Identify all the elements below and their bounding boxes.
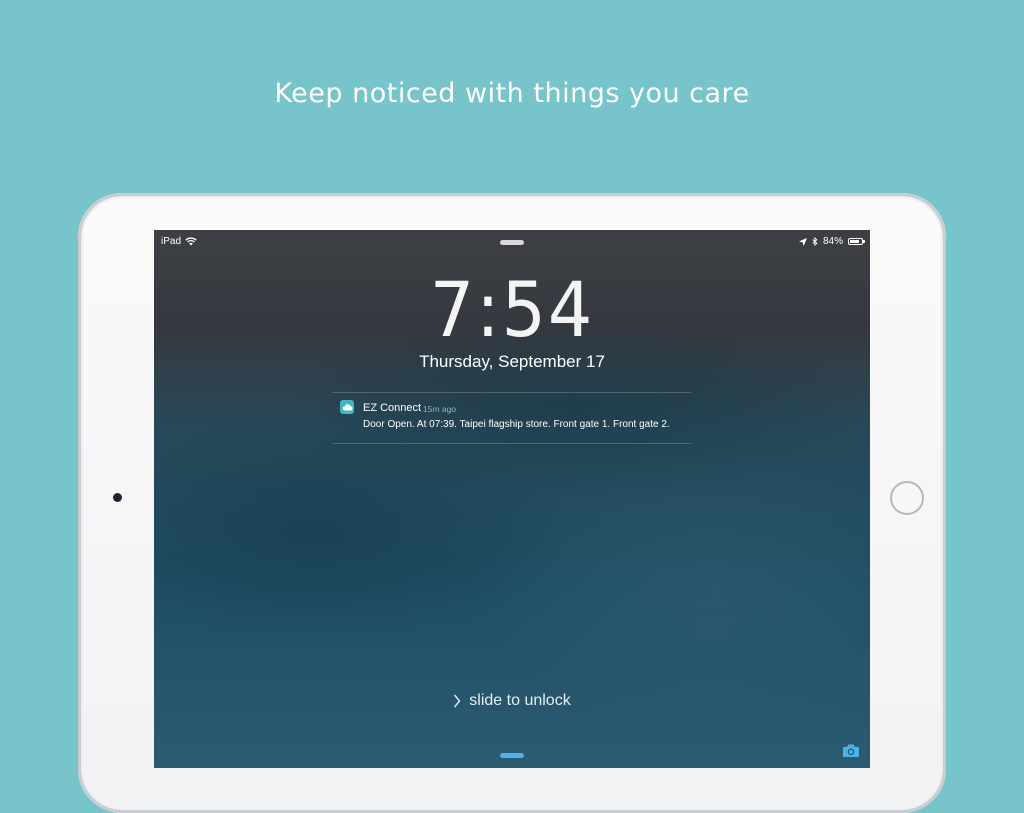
battery-percent: 84% <box>822 236 843 247</box>
home-button[interactable] <box>890 481 924 515</box>
lock-time: 7:54 <box>429 265 595 354</box>
bluetooth-icon <box>812 237 818 246</box>
notification-time: 15m ago <box>423 404 457 414</box>
lock-screen: iPad 84% 7:54 Thursday, September 17 EZ … <box>154 230 870 768</box>
slide-to-unlock-label: slide to unlock <box>469 692 571 709</box>
device-name: iPad <box>161 236 182 247</box>
chevron-right-icon <box>454 694 461 708</box>
camera-icon[interactable] <box>842 743 860 758</box>
location-arrow-icon <box>798 237 807 246</box>
status-right: 84% <box>798 236 865 247</box>
cloud-icon <box>340 400 354 414</box>
status-left: iPad <box>161 236 197 247</box>
front-camera <box>113 493 122 502</box>
notification[interactable]: EZ Connect 15m ago Door Open. At 07:39. … <box>332 392 692 444</box>
battery-fill <box>850 240 859 243</box>
lock-date: Thursday, September 17 <box>419 352 605 371</box>
notification-body: Door Open. At 07:39. Taipei flagship sto… <box>363 419 670 430</box>
notification-app-name: EZ Connect <box>363 402 422 414</box>
control-center-grabber[interactable] <box>500 753 524 758</box>
battery-icon <box>848 238 865 245</box>
status-bar: iPad 84% <box>154 230 870 252</box>
headline: Keep noticed with things you care <box>274 78 750 109</box>
slide-to-unlock[interactable]: slide to unlock <box>154 692 870 710</box>
notification-center-grabber[interactable] <box>500 240 524 245</box>
wifi-icon <box>185 237 197 246</box>
